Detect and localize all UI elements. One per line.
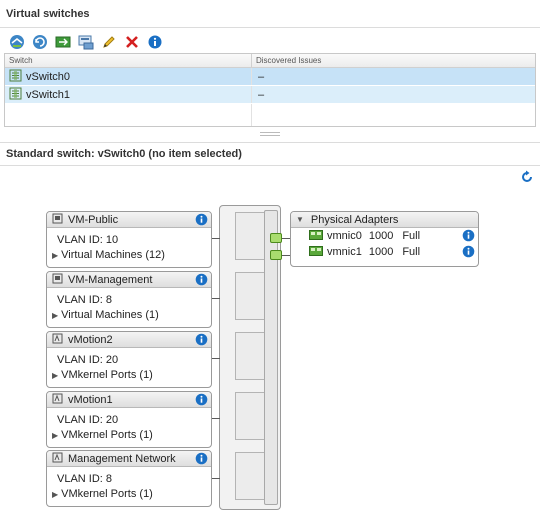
vlan-id-label: VLAN ID: 8: [57, 294, 113, 306]
switch-name: vSwitch0: [26, 70, 71, 83]
port-group-name: vMotion2: [68, 333, 113, 346]
info-icon[interactable]: [146, 33, 164, 51]
virtual-switches-grid: Switch Discovered Issues vSwitch0 – vSwi…: [4, 53, 536, 127]
empty-row: [5, 104, 535, 126]
expand-triangle-icon: ▶: [52, 370, 59, 380]
members-expander[interactable]: ▶ VMkernel Ports (1): [47, 426, 211, 441]
virtual-switches-title: Virtual switches: [6, 8, 90, 20]
adapter-duplex: Full: [402, 246, 421, 258]
toolbar: [8, 33, 164, 51]
expand-triangle-icon: ▶: [52, 430, 59, 440]
members-expander[interactable]: ▶ Virtual Machines (1): [47, 306, 211, 321]
standard-switch-title: Standard switch: vSwitch0 (no item selec…: [6, 148, 242, 160]
physical-adapters-header[interactable]: ▼ Physical Adapters: [291, 212, 478, 228]
virtual-switch-icon: [9, 87, 22, 103]
physical-adapters-title: Physical Adapters: [310, 213, 399, 226]
vlan-id-label: VLAN ID: 8: [57, 473, 113, 485]
nic-icon: [309, 245, 323, 259]
column-header-discovered-issues[interactable]: Discovered Issues: [252, 54, 535, 67]
adapter-duplex: Full: [402, 230, 421, 242]
add-networking-icon[interactable]: [8, 33, 26, 51]
connection-line: [212, 298, 220, 299]
edit-pencil-icon[interactable]: [100, 33, 118, 51]
discovered-issues-value: –: [258, 70, 265, 83]
port-group-vmotion1[interactable]: vMotion1 VLAN ID: 20 ▶ VMkernel Ports (1): [46, 391, 212, 448]
adapter-name: vmnic1: [327, 246, 362, 258]
port-group-vm-management[interactable]: VM-Management VLAN ID: 8 ▶ Virtual Machin…: [46, 271, 212, 328]
members-label: Virtual Machines (1): [61, 309, 159, 321]
info-icon[interactable]: [195, 452, 208, 468]
vmkernel-icon: [52, 393, 63, 407]
info-icon[interactable]: [462, 245, 475, 261]
divider: [0, 142, 540, 143]
table-row-vswitch0[interactable]: vSwitch0 –: [5, 68, 535, 86]
vlan-id-label: VLAN ID: 20: [57, 414, 119, 426]
info-icon[interactable]: [195, 393, 208, 409]
connection-line: [212, 478, 220, 479]
members-label: VMkernel Ports (1): [61, 429, 153, 441]
divider: [0, 165, 540, 166]
switch-port-segment: [235, 332, 265, 380]
divider: [0, 27, 540, 28]
uplink-port-icon: [270, 233, 282, 243]
members-expander[interactable]: ▶ VMkernel Ports (1): [47, 485, 211, 500]
migrate-networking-icon[interactable]: [54, 33, 72, 51]
collapse-triangle-icon[interactable]: ▼: [296, 215, 304, 224]
vmkernel-icon: [52, 452, 63, 466]
switch-port-segment: [235, 272, 265, 320]
members-label: VMkernel Ports (1): [61, 488, 153, 500]
uplink-port-icon: [270, 250, 282, 260]
expand-triangle-icon: ▶: [52, 489, 59, 499]
info-icon[interactable]: [195, 213, 208, 229]
connection-line: [212, 358, 220, 359]
port-group-name: VM-Public: [68, 213, 119, 226]
discovered-issues-value: –: [258, 88, 265, 101]
port-group-vm-public[interactable]: VM-Public VLAN ID: 10 ▶ Virtual Machines …: [46, 211, 212, 268]
switch-port-segment: [235, 392, 265, 440]
refresh-switch-icon[interactable]: [31, 33, 49, 51]
port-group-vmotion2[interactable]: vMotion2 VLAN ID: 20 ▶ VMkernel Ports (1): [46, 331, 212, 388]
connection-line: [212, 238, 220, 239]
switch-port-segment: [235, 212, 265, 260]
refresh-icon[interactable]: [520, 170, 534, 184]
members-expander[interactable]: ▶ Virtual Machines (12): [47, 246, 211, 261]
vmkernel-icon: [52, 333, 63, 347]
switch-settings-icon[interactable]: [77, 33, 95, 51]
adapter-row-vmnic1[interactable]: vmnic1 1000 Full: [291, 244, 478, 260]
port-group-management-network[interactable]: Management Network VLAN ID: 8 ▶ VMkernel …: [46, 450, 212, 507]
virtual-switch-icon: [9, 69, 22, 85]
switch-name: vSwitch1: [26, 88, 71, 101]
column-header-switch[interactable]: Switch: [5, 54, 252, 67]
splitter-handle[interactable]: [260, 132, 280, 136]
expand-triangle-icon: ▶: [52, 310, 59, 320]
connection-line: [212, 418, 220, 419]
adapter-row-vmnic0[interactable]: vmnic0 1000 Full: [291, 228, 478, 244]
vlan-id-label: VLAN ID: 10: [57, 234, 119, 246]
members-expander[interactable]: ▶ VMkernel Ports (1): [47, 366, 211, 381]
adapter-name: vmnic0: [327, 230, 362, 242]
physical-adapters-panel: ▼ Physical Adapters vmnic0 1000 Full vmn…: [290, 211, 479, 267]
port-group-icon: [52, 213, 63, 227]
info-icon[interactable]: [462, 229, 475, 245]
members-label: VMkernel Ports (1): [61, 369, 153, 381]
nic-icon: [309, 229, 323, 243]
adapter-speed: 1000: [368, 230, 394, 242]
switch-port-segment: [235, 452, 265, 500]
port-group-name: Management Network: [68, 452, 176, 465]
info-icon[interactable]: [195, 333, 208, 349]
table-row-vswitch1[interactable]: vSwitch1 –: [5, 86, 535, 104]
members-label: Virtual Machines (12): [61, 249, 165, 261]
adapter-speed: 1000: [368, 246, 394, 258]
remove-x-icon[interactable]: [123, 33, 141, 51]
port-group-name: vMotion1: [68, 393, 113, 406]
port-group-name: VM-Management: [68, 273, 153, 286]
expand-triangle-icon: ▶: [52, 250, 59, 260]
info-icon[interactable]: [195, 273, 208, 289]
vlan-id-label: VLAN ID: 20: [57, 354, 119, 366]
port-group-icon: [52, 273, 63, 287]
